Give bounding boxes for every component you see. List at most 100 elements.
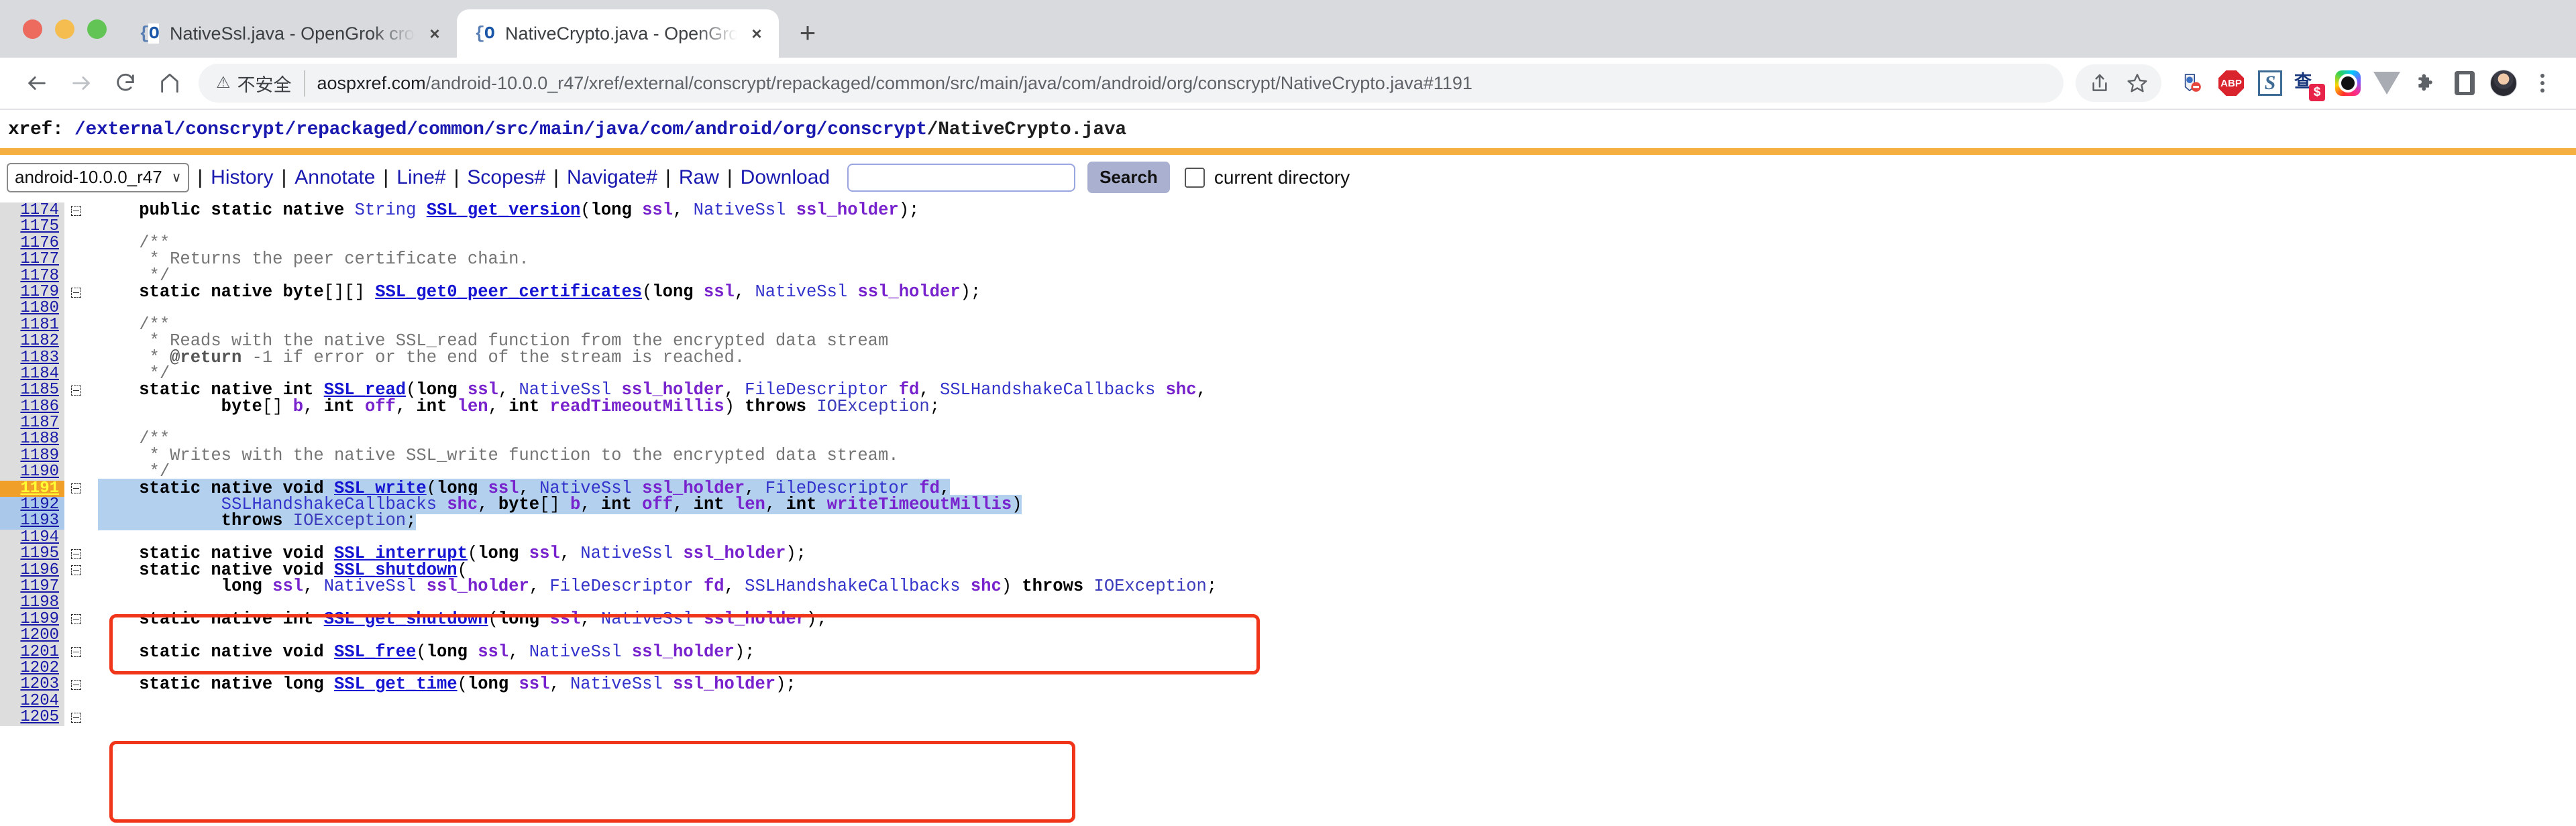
back-button[interactable] (15, 61, 59, 105)
bookmark-star-icon[interactable] (2118, 64, 2156, 102)
fold-toggle[interactable] (64, 644, 87, 660)
browser-tab-nativessl[interactable]: {O NativeSsl.java - OpenGrok cros × (121, 9, 457, 58)
line-number-1185[interactable]: 1185 (0, 381, 64, 399)
search-button[interactable]: Search (1087, 162, 1170, 193)
breadcrumb-segment-6[interactable]: /java (584, 119, 639, 140)
breadcrumb-segment-3[interactable]: /common (407, 119, 484, 140)
line-number-1177[interactable]: 1177 (0, 251, 64, 268)
sdict-extension-icon[interactable]: S (2251, 64, 2289, 102)
line-number-1186[interactable]: 1186 (0, 398, 64, 416)
abp-extension-icon[interactable]: ABP (2212, 64, 2250, 102)
close-window-button[interactable] (23, 19, 42, 39)
fold-toggle[interactable] (64, 382, 87, 398)
breadcrumb-segment-0[interactable]: /external (74, 119, 174, 140)
line-number-1190[interactable]: 1190 (0, 463, 64, 481)
adblock-extension-icon[interactable] (2174, 64, 2211, 102)
line-number-1203[interactable]: 1203 (0, 676, 64, 693)
nav-link-raw[interactable]: Raw (679, 166, 719, 189)
collapse-icon[interactable] (70, 287, 81, 298)
line-number-1195[interactable]: 1195 (0, 545, 64, 563)
line-number-1176[interactable]: 1176 (0, 235, 64, 252)
line-number-1183[interactable]: 1183 (0, 349, 64, 366)
address-bar[interactable]: ⚠ 不安全 aospxref.com/android-10.0.0_r47/xr… (199, 64, 2063, 103)
token[interactable]: SSL_get_time (334, 674, 458, 694)
line-number-1196[interactable]: 1196 (0, 562, 64, 579)
breadcrumb-segment-2[interactable]: /repackaged (285, 119, 407, 140)
collapse-icon[interactable] (70, 614, 81, 625)
maximize-window-button[interactable] (87, 19, 107, 39)
breadcrumb-segment-5[interactable]: /main (529, 119, 584, 140)
breadcrumb-segment-9[interactable]: /org (772, 119, 816, 140)
new-tab-button[interactable]: + (788, 13, 827, 52)
line-number-1200[interactable]: 1200 (0, 627, 64, 644)
line-number-1194[interactable]: 1194 (0, 529, 64, 546)
line-number-1184[interactable]: 1184 (0, 365, 64, 383)
fold-toggle[interactable] (64, 676, 87, 693)
minimize-window-button[interactable] (55, 19, 74, 39)
collapse-icon[interactable] (70, 548, 81, 559)
vue-devtools-extension-icon[interactable] (2368, 64, 2406, 102)
extensions-puzzle-icon[interactable] (2407, 64, 2445, 102)
token[interactable]: SSL_get0_peer_certificates (375, 282, 642, 302)
nav-link-download[interactable]: Download (741, 166, 830, 189)
line-number-1199[interactable]: 1199 (0, 611, 64, 628)
current-directory-option[interactable]: current directory (1184, 167, 1350, 188)
line-number-1202[interactable]: 1202 (0, 660, 64, 677)
line-number-1198[interactable]: 1198 (0, 594, 64, 611)
honey-extension-icon[interactable]: 查 $ (2290, 64, 2328, 102)
close-icon[interactable]: × (747, 23, 767, 44)
collapse-icon[interactable] (70, 385, 81, 396)
line-number-1193[interactable]: 1193 (0, 513, 64, 530)
source-code-view[interactable]: 1174 public static native String SSL_get… (0, 200, 2576, 823)
breadcrumb-segment-8[interactable]: /android (684, 119, 772, 140)
collapse-icon[interactable] (70, 712, 81, 723)
line-number-1181[interactable]: 1181 (0, 316, 64, 334)
breadcrumb-segment-1[interactable]: /conscrypt (174, 119, 285, 140)
collapse-icon[interactable] (70, 647, 81, 658)
breadcrumb-path[interactable]: /external/conscrypt/repackaged/common/sr… (74, 119, 927, 140)
breadcrumb-segment-7[interactable]: /com (639, 119, 684, 140)
side-panel-icon[interactable] (2446, 64, 2483, 102)
breadcrumb-segment-10[interactable]: /conscrypt (816, 119, 927, 140)
fold-toggle[interactable] (64, 202, 87, 219)
collapse-icon[interactable] (70, 483, 81, 494)
nav-link-annotate[interactable]: Annotate (294, 166, 375, 189)
fold-toggle[interactable] (64, 709, 87, 725)
line-number-1197[interactable]: 1197 (0, 578, 64, 595)
line-number-1204[interactable]: 1204 (0, 693, 64, 710)
line-number-1178[interactable]: 1178 (0, 268, 64, 284)
line-number-1201[interactable]: 1201 (0, 644, 64, 660)
security-status[interactable]: ⚠ 不安全 (216, 70, 305, 97)
collapse-icon[interactable] (70, 680, 81, 691)
line-number-1189[interactable]: 1189 (0, 447, 64, 465)
fold-toggle[interactable] (64, 611, 87, 628)
token[interactable]: SSL_get_shutdown (324, 609, 488, 629)
line-number-1187[interactable]: 1187 (0, 414, 64, 432)
line-number-1188[interactable]: 1188 (0, 431, 64, 448)
colorpick-extension-icon[interactable] (2329, 64, 2367, 102)
close-icon[interactable]: × (425, 23, 445, 44)
line-number-1191[interactable]: 1191 (0, 480, 64, 497)
chrome-menu-icon[interactable] (2524, 64, 2561, 102)
fold-toggle[interactable] (64, 481, 87, 497)
collapse-icon[interactable] (70, 565, 81, 576)
line-number-1182[interactable]: 1182 (0, 333, 64, 350)
forward-button[interactable] (59, 61, 103, 105)
search-input[interactable] (847, 163, 1076, 192)
profile-avatar-icon[interactable] (2485, 64, 2522, 102)
token[interactable]: SSL_get_version (427, 200, 581, 220)
line-number-1174[interactable]: 1174 (0, 202, 64, 219)
line-number-1179[interactable]: 1179 (0, 284, 64, 301)
fold-toggle[interactable] (64, 546, 87, 562)
line-number-1205[interactable]: 1205 (0, 709, 64, 726)
home-button[interactable] (148, 61, 192, 105)
project-select[interactable]: android-10.0.0_r47 ∨ (7, 162, 190, 192)
nav-link-navigate[interactable]: Navigate# (567, 166, 657, 189)
breadcrumb-segment-4[interactable]: /src (484, 119, 529, 140)
browser-tab-nativecrypto[interactable]: {O NativeCrypto.java - OpenGrok c × (457, 9, 779, 58)
line-number-1192[interactable]: 1192 (0, 496, 64, 514)
nav-link-scopes[interactable]: Scopes# (467, 166, 545, 189)
fold-toggle[interactable] (64, 563, 87, 579)
fold-toggle[interactable] (64, 284, 87, 300)
collapse-icon[interactable] (70, 205, 81, 216)
